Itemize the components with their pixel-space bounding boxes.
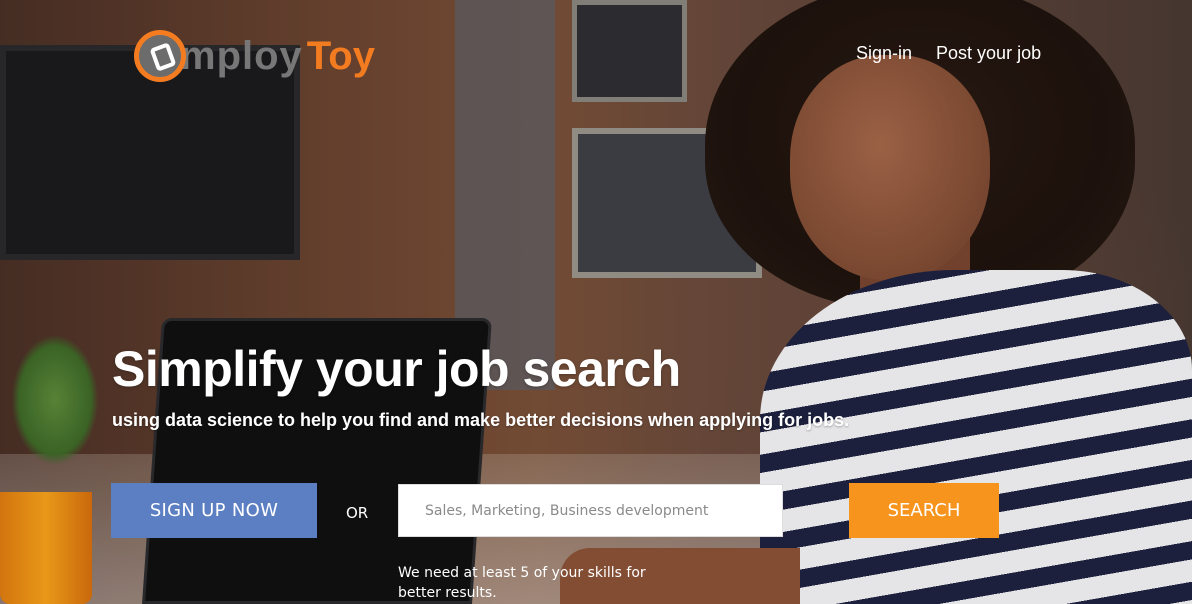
top-nav: Sign-in Post your job bbox=[856, 43, 1041, 64]
hero-headline: Simplify your job search bbox=[112, 341, 681, 397]
post-job-link[interactable]: Post your job bbox=[936, 43, 1041, 64]
logo[interactable]: mploy Toy bbox=[134, 30, 375, 82]
skills-search-input[interactable] bbox=[398, 484, 783, 537]
logo-text-accent: Toy bbox=[306, 33, 375, 78]
logo-text-primary: mploy bbox=[180, 33, 303, 78]
logo-e-icon bbox=[134, 30, 186, 82]
signin-link[interactable]: Sign-in bbox=[856, 43, 912, 64]
signup-button[interactable]: SIGN UP NOW bbox=[111, 483, 317, 538]
or-separator: OR bbox=[346, 504, 369, 522]
hero-subline: using data science to help you find and … bbox=[112, 410, 850, 430]
search-hint: We need at least 5 of your skills for be… bbox=[398, 565, 646, 601]
search-button[interactable]: SEARCH bbox=[849, 483, 999, 538]
